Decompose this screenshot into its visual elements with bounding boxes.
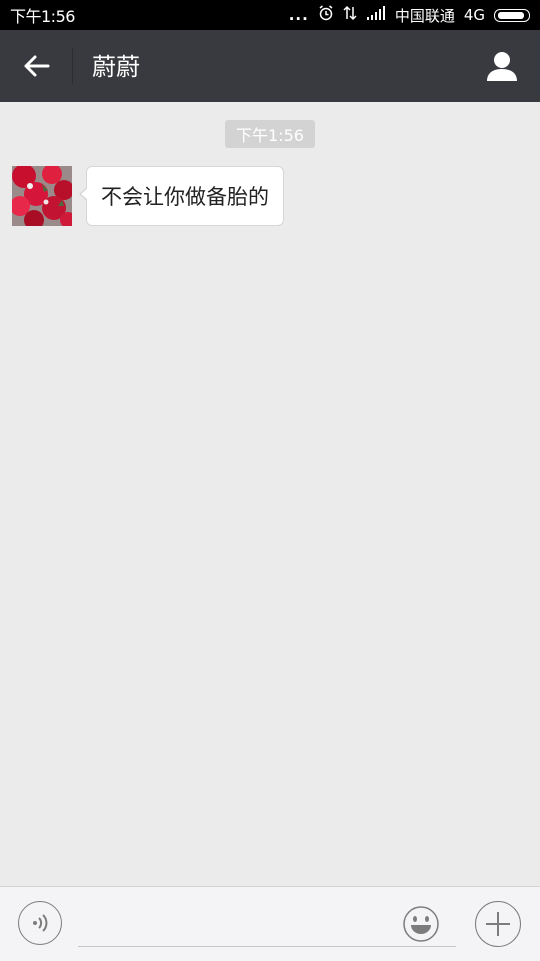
voice-icon <box>33 914 48 932</box>
chat-header: 蔚蔚 <box>0 30 540 102</box>
carrier-name: 中国联通 <box>394 6 455 25</box>
smiley-icon <box>403 906 439 942</box>
notification-dots: ... <box>288 6 309 24</box>
status-indicators: ... 中国联通 4G <box>289 3 530 27</box>
plus-icon <box>486 912 510 936</box>
voice-button[interactable] <box>18 901 62 945</box>
data-transfer-icon <box>343 5 357 25</box>
message-bubble[interactable]: 不会让你做备胎的 <box>79 166 284 226</box>
header-divider <box>72 48 73 84</box>
battery-icon <box>494 8 530 22</box>
arrow-left-icon <box>24 55 50 77</box>
input-bar <box>0 886 540 961</box>
profile-button[interactable] <box>482 46 522 86</box>
timestamp-chip: 下午1:56 <box>225 120 315 148</box>
chat-title: 蔚蔚 <box>92 53 140 81</box>
network-type: 4G <box>463 6 485 24</box>
more-options-button[interactable] <box>475 901 521 947</box>
emoji-button[interactable] <box>402 905 440 943</box>
contact-avatar[interactable] <box>12 166 72 226</box>
message-list[interactable]: 下午1:56 不会让你做备胎的 <box>0 102 540 886</box>
alarm-icon <box>318 5 334 25</box>
status-bar: 下午1:56 ... 中国联通 4G <box>0 0 540 30</box>
signal-icon <box>366 6 386 24</box>
status-time: 下午1:56 <box>10 7 75 26</box>
person-icon <box>487 52 517 81</box>
message-input[interactable] <box>78 907 456 947</box>
back-button[interactable] <box>12 44 60 88</box>
